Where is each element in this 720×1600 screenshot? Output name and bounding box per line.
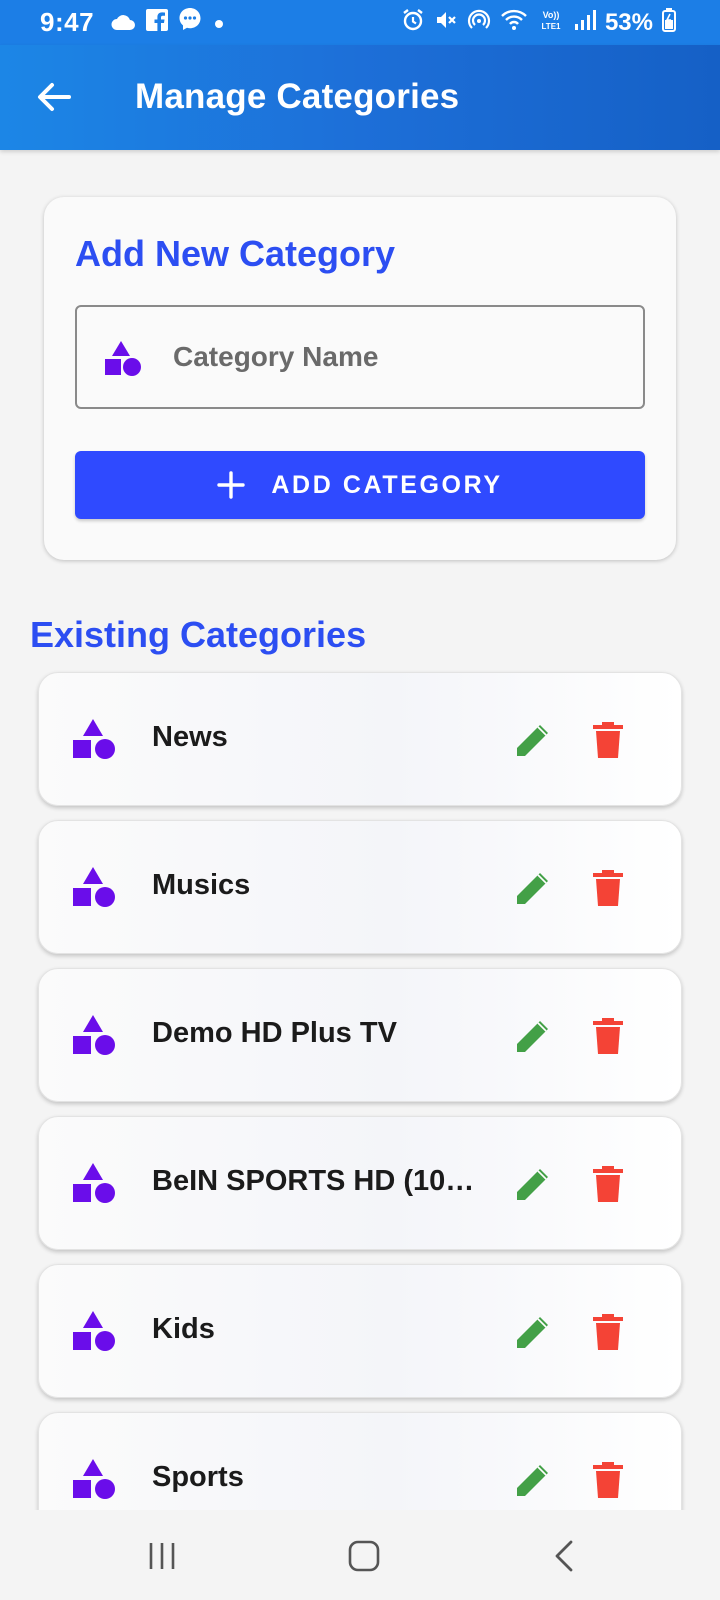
status-time: 9:47 bbox=[40, 7, 95, 37]
plus-icon bbox=[217, 471, 246, 499]
edit-button[interactable] bbox=[511, 1162, 555, 1206]
home-button[interactable] bbox=[334, 1528, 394, 1584]
add-category-title: Add New Category bbox=[75, 233, 396, 274]
category-name-field[interactable] bbox=[75, 305, 645, 409]
home-icon bbox=[348, 1540, 380, 1572]
back-button[interactable] bbox=[28, 71, 80, 123]
volte-icon: Vo)) LTE1 bbox=[537, 8, 565, 37]
add-category-card: Add New Category ADD CATEGORY bbox=[44, 197, 676, 560]
category-name: Sports bbox=[152, 1461, 244, 1493]
trash-icon bbox=[593, 870, 623, 906]
existing-categories-title: Existing Categories bbox=[30, 614, 367, 655]
delete-button[interactable] bbox=[586, 1458, 630, 1502]
pencil-icon bbox=[517, 1317, 548, 1348]
app-bar: Manage Categories bbox=[0, 45, 720, 150]
delete-button[interactable] bbox=[586, 866, 630, 910]
delete-button[interactable] bbox=[586, 1014, 630, 1058]
arrow-left-icon bbox=[38, 83, 71, 111]
cloud-icon bbox=[110, 7, 136, 38]
back-icon bbox=[555, 1540, 573, 1572]
list-item: News bbox=[38, 672, 682, 806]
category-name: News bbox=[152, 721, 228, 753]
category-shapes-icon bbox=[73, 1014, 117, 1063]
edit-button[interactable] bbox=[511, 1458, 555, 1502]
wifi-icon bbox=[500, 8, 528, 37]
hotspot-icon bbox=[467, 8, 491, 37]
pencil-icon bbox=[517, 1021, 548, 1052]
category-shapes-icon bbox=[73, 1162, 117, 1211]
list-item: Demo HD Plus TV bbox=[38, 968, 682, 1102]
edit-button[interactable] bbox=[511, 718, 555, 762]
category-list[interactable]: News Musics Demo HD Plus TV BeIN SPORTS … bbox=[0, 670, 720, 1510]
category-name: Musics bbox=[152, 869, 251, 901]
svg-text:Vo)): Vo)) bbox=[543, 10, 560, 20]
edit-button[interactable] bbox=[511, 1014, 555, 1058]
category-shapes-icon bbox=[73, 1310, 117, 1359]
trash-icon bbox=[593, 1314, 623, 1350]
category-name: BeIN SPORTS HD (1080p) bbox=[152, 1165, 482, 1197]
alarm-icon bbox=[401, 8, 425, 37]
pencil-icon bbox=[517, 725, 548, 756]
trash-icon bbox=[593, 722, 623, 758]
system-nav-bar bbox=[0, 1510, 720, 1600]
trash-icon bbox=[593, 1018, 623, 1054]
add-category-button[interactable]: ADD CATEGORY bbox=[75, 451, 645, 519]
page-title: Manage Categories bbox=[135, 77, 460, 116]
status-left: 9:47 bbox=[40, 7, 226, 38]
delete-button[interactable] bbox=[586, 1310, 630, 1354]
category-shapes-icon bbox=[73, 1458, 117, 1507]
add-category-button-label: ADD CATEGORY bbox=[271, 470, 503, 499]
facebook-icon bbox=[146, 7, 169, 38]
dot-icon bbox=[212, 7, 226, 38]
list-item: BeIN SPORTS HD (1080p) bbox=[38, 1116, 682, 1250]
pencil-icon bbox=[517, 873, 548, 904]
category-shapes-icon bbox=[73, 718, 117, 767]
recent-apps-icon bbox=[149, 1543, 175, 1569]
pencil-icon bbox=[517, 1465, 548, 1496]
nav-back-button[interactable] bbox=[534, 1528, 594, 1584]
battery-percent: 53% bbox=[604, 8, 653, 36]
category-shapes-icon bbox=[73, 866, 117, 915]
status-right: Vo)) LTE1 53% bbox=[401, 8, 676, 37]
category-name-input[interactable] bbox=[173, 307, 633, 407]
svg-text:LTE1: LTE1 bbox=[541, 22, 561, 31]
messenger-icon bbox=[178, 7, 202, 38]
list-item: Sports bbox=[38, 1412, 682, 1510]
trash-icon bbox=[593, 1166, 623, 1202]
mute-icon bbox=[434, 8, 458, 37]
category-shapes-icon bbox=[103, 339, 143, 384]
list-item: Musics bbox=[38, 820, 682, 954]
trash-icon bbox=[593, 1462, 623, 1498]
pencil-icon bbox=[517, 1169, 548, 1200]
signal-icon bbox=[574, 9, 596, 36]
list-item: Kids bbox=[38, 1264, 682, 1398]
delete-button[interactable] bbox=[586, 1162, 630, 1206]
edit-button[interactable] bbox=[511, 1310, 555, 1354]
edit-button[interactable] bbox=[511, 866, 555, 910]
battery-icon bbox=[662, 8, 676, 37]
delete-button[interactable] bbox=[586, 718, 630, 762]
category-name: Demo HD Plus TV bbox=[152, 1017, 397, 1049]
status-bar: 9:47 Vo)) LTE1 53% bbox=[0, 0, 720, 45]
category-name: Kids bbox=[152, 1313, 215, 1345]
recent-apps-button[interactable] bbox=[132, 1528, 192, 1584]
